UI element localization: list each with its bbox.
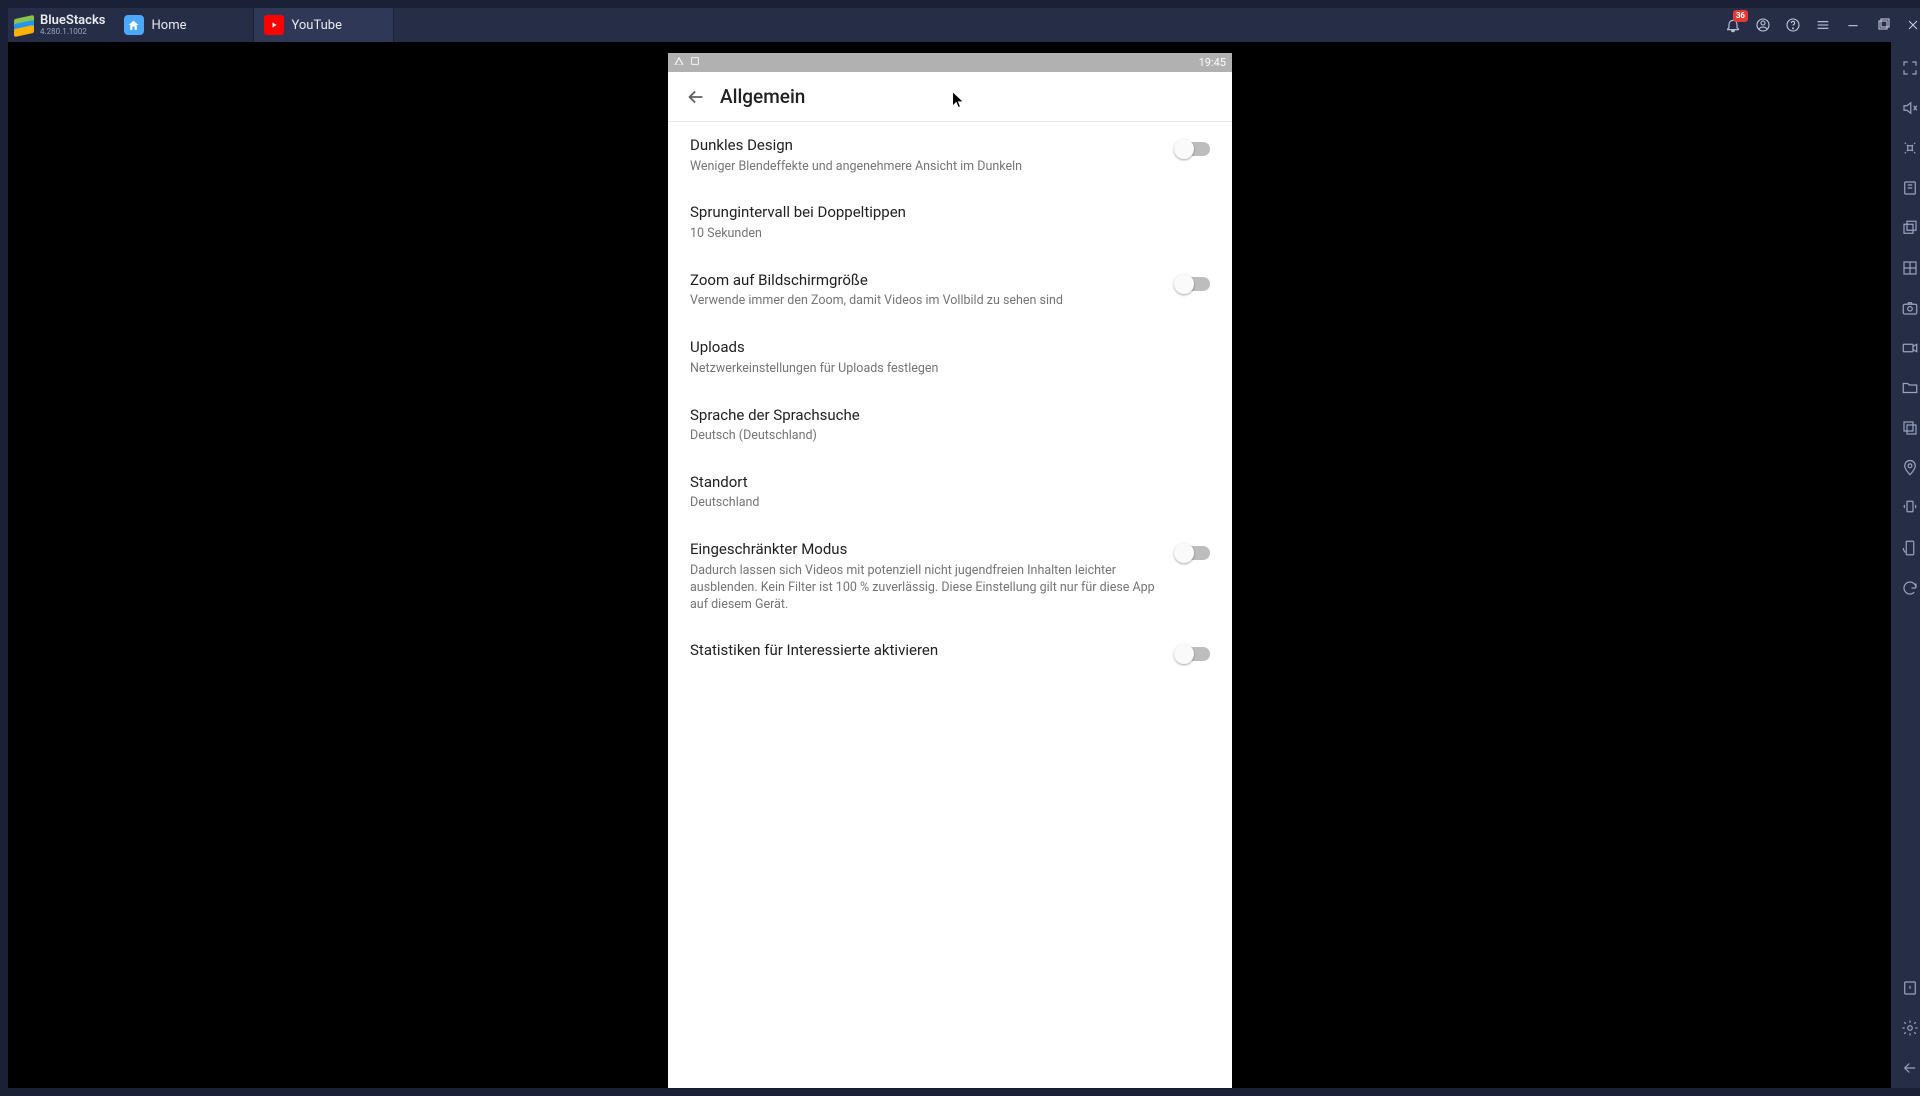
- setting-title: Statistiken für Interessierte aktivieren: [690, 641, 1164, 661]
- bluestacks-logo-icon: [14, 15, 34, 35]
- tab-label: YouTube: [292, 18, 343, 33]
- screenshot-icon: [690, 56, 700, 69]
- record-button[interactable]: [1891, 328, 1920, 368]
- toggle-switch[interactable]: [1176, 142, 1210, 156]
- toggle-switch[interactable]: [1176, 546, 1210, 560]
- warning-icon: [674, 56, 684, 69]
- setting-title: Zoom auf Bildschirmgröße: [690, 271, 1164, 291]
- settings-button[interactable]: [1891, 1008, 1920, 1048]
- maximize-button[interactable]: [1868, 8, 1898, 42]
- setting-subtitle: 10 Sekunden: [690, 226, 1198, 243]
- setting-title: Dunkles Design: [690, 136, 1164, 156]
- sync-button[interactable]: [1891, 568, 1920, 608]
- tab-youtube[interactable]: YouTube: [254, 8, 394, 42]
- brand-version: 4.280.1.1002: [40, 28, 106, 36]
- setting-subtitle: Deutschland: [690, 495, 1198, 512]
- toggle-switch[interactable]: [1176, 277, 1210, 291]
- notifications-button[interactable]: 36: [1718, 8, 1748, 42]
- setting-restricted-mode[interactable]: Eingeschränkter Modus Dadurch lassen sic…: [668, 526, 1232, 627]
- setting-dark-theme[interactable]: Dunkles Design Weniger Blendeffekte und …: [668, 122, 1232, 189]
- volume-mute-button[interactable]: [1891, 88, 1920, 128]
- youtube-icon: [264, 15, 284, 35]
- bluestacks-brand: BlueStacks 4.280.1.1002: [8, 8, 114, 42]
- setting-subtitle: Weniger Blendeffekte und angenehmere Ans…: [690, 159, 1164, 176]
- brand-name: BlueStacks: [40, 14, 106, 27]
- rotate-button[interactable]: [1891, 528, 1920, 568]
- guide-button[interactable]: [1891, 968, 1920, 1008]
- hamburger-menu-button[interactable]: [1808, 8, 1838, 42]
- tab-label: Home: [152, 18, 187, 33]
- macro-button[interactable]: [1891, 248, 1920, 288]
- android-back-button[interactable]: [1891, 1048, 1920, 1088]
- setting-title: Uploads: [690, 338, 1198, 358]
- fullscreen-button[interactable]: [1891, 48, 1920, 88]
- setting-subtitle: Verwende immer den Zoom, damit Videos im…: [690, 293, 1164, 310]
- location-button[interactable]: [1891, 448, 1920, 488]
- setting-voice-language[interactable]: Sprache der Sprachsuche Deutsch (Deutsch…: [668, 392, 1232, 459]
- setting-zoom-to-fill[interactable]: Zoom auf Bildschirmgröße Verwende immer …: [668, 257, 1232, 324]
- install-apk-button[interactable]: [1891, 168, 1920, 208]
- setting-title: Standort: [690, 473, 1198, 493]
- help-button[interactable]: [1778, 8, 1808, 42]
- setting-location[interactable]: Standort Deutschland: [668, 459, 1232, 526]
- back-button[interactable]: [676, 77, 716, 117]
- android-device-frame: 19:45 Allgemein Dunkles Design Weniger B…: [668, 53, 1232, 1088]
- android-statusbar: 19:45: [668, 53, 1232, 72]
- shake-button[interactable]: [1891, 488, 1920, 528]
- emulator-viewport: 19:45 Allgemein Dunkles Design Weniger B…: [8, 42, 1891, 1088]
- setting-subtitle: Deutsch (Deutschland): [690, 428, 1198, 445]
- home-icon: [124, 15, 144, 35]
- titlebar: BlueStacks 4.280.1.1002 Home YouTube 36: [8, 8, 1920, 42]
- media-folder-button[interactable]: [1891, 368, 1920, 408]
- side-toolbar: [1891, 42, 1920, 1088]
- setting-subtitle: Dadurch lassen sich Videos mit potenziel…: [690, 563, 1164, 614]
- app-header: Allgemein: [668, 72, 1232, 122]
- setting-title: Sprungintervall bei Doppeltippen: [690, 203, 1198, 223]
- copy-button[interactable]: [1891, 408, 1920, 448]
- setting-uploads[interactable]: Uploads Netzwerkeinstellungen für Upload…: [668, 324, 1232, 391]
- setting-title: Sprache der Sprachsuche: [690, 406, 1198, 426]
- tab-home[interactable]: Home: [114, 8, 254, 42]
- setting-double-tap-seek[interactable]: Sprungintervall bei Doppeltippen 10 Seku…: [668, 189, 1232, 256]
- setting-title: Eingeschränkter Modus: [690, 540, 1164, 560]
- notif-badge: 36: [1733, 10, 1748, 22]
- multi-instance-button[interactable]: [1891, 208, 1920, 248]
- account-button[interactable]: [1748, 8, 1778, 42]
- status-time: 19:45: [1199, 56, 1226, 69]
- settings-list: Dunkles Design Weniger Blendeffekte und …: [668, 122, 1232, 1088]
- setting-stats-for-nerds[interactable]: Statistiken für Interessierte aktivieren: [668, 627, 1232, 675]
- minimize-button[interactable]: [1838, 8, 1868, 42]
- setting-subtitle: Netzwerkeinstellungen für Uploads festle…: [690, 361, 1198, 378]
- keymap-button[interactable]: [1891, 128, 1920, 168]
- screenshot-button[interactable]: [1891, 288, 1920, 328]
- toggle-switch[interactable]: [1176, 647, 1210, 661]
- page-title: Allgemein: [720, 85, 805, 108]
- close-button[interactable]: [1898, 8, 1920, 42]
